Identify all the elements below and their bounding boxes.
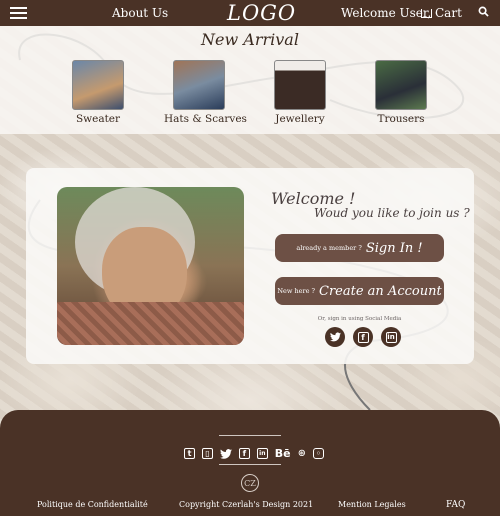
twitter-icon[interactable] (325, 327, 345, 347)
facebook-icon[interactable]: f (353, 327, 373, 347)
linkedin-icon[interactable]: in (381, 327, 401, 347)
monogram-logo[interactable]: CZ (241, 474, 259, 492)
category-label[interactable]: Sweater (63, 113, 133, 125)
linkedin-icon[interactable]: in (256, 448, 268, 459)
tumblr-icon[interactable]: t (184, 448, 195, 459)
new-arrival-section: New Arrival Sweater Hats & Scarves Jewel… (0, 26, 500, 134)
cart-icon (421, 9, 432, 18)
sign-in-button[interactable]: already a member ? Sign In ! (275, 234, 444, 262)
category-label[interactable]: Jewellery (265, 113, 335, 125)
category-thumbnail[interactable] (375, 60, 427, 110)
category-thumbnail[interactable] (274, 60, 326, 110)
create-account-button[interactable]: New here ? Create an Account (275, 277, 444, 305)
footer-social-icons: t ▯ f in Bē ⊛ ◦ (184, 444, 324, 463)
category-sweater[interactable]: Sweater (63, 60, 133, 125)
instagram-icon[interactable]: ◦ (312, 448, 324, 459)
facebook-icon[interactable]: f (238, 448, 250, 459)
copyright-text: Copyright Czerlah's Design 2021 (179, 500, 314, 509)
category-jewellery[interactable]: Jewellery (265, 60, 335, 125)
privacy-link[interactable]: Politique de Confidentialité (37, 500, 148, 509)
join-card: Welcome ! Woud you like to join us ? alr… (26, 168, 474, 364)
join-question: Woud you like to join us ? (314, 206, 470, 220)
divider (219, 435, 281, 436)
divider (219, 464, 281, 465)
category-label[interactable]: Hats & Scarves (164, 113, 247, 125)
create-account-hint: New here ? (277, 287, 316, 295)
dribbble-icon[interactable]: ⊛ (298, 448, 306, 459)
category-thumbnail[interactable] (72, 60, 124, 110)
cart-label: Cart (435, 6, 462, 20)
sign-in-label: Sign In ! (365, 240, 423, 256)
sign-in-hint: already a member ? (296, 244, 362, 252)
category-thumbnail[interactable] (173, 60, 225, 110)
menu-icon[interactable] (10, 7, 27, 19)
create-account-label: Create an Account (319, 283, 442, 299)
search-icon[interactable] (478, 6, 489, 17)
faq-link[interactable]: FAQ (446, 500, 465, 510)
cart-link[interactable]: Cart (421, 6, 462, 20)
footer: t ▯ f in Bē ⊛ ◦ CZ Politique de Confiden… (0, 410, 500, 516)
top-navbar: About Us LOGO Welcome User, Cart (0, 0, 500, 26)
behance-icon[interactable]: Bē (275, 447, 291, 460)
legal-link[interactable]: Mention Legales (338, 500, 406, 509)
twitch-icon[interactable]: ▯ (201, 448, 213, 459)
social-signin-hint: Or, sign in using Social Media (317, 316, 402, 322)
hero-image (57, 187, 244, 345)
category-hats-scarves[interactable]: Hats & Scarves (164, 60, 247, 125)
category-label[interactable]: Trousers (366, 113, 436, 125)
nav-about-link[interactable]: About Us (112, 6, 168, 20)
new-arrival-title: New Arrival (201, 30, 299, 49)
category-trousers[interactable]: Trousers (366, 60, 436, 125)
welcome-user-text: Welcome User, (341, 6, 432, 20)
twitter-icon[interactable] (219, 444, 232, 463)
logo[interactable]: LOGO (227, 1, 296, 25)
